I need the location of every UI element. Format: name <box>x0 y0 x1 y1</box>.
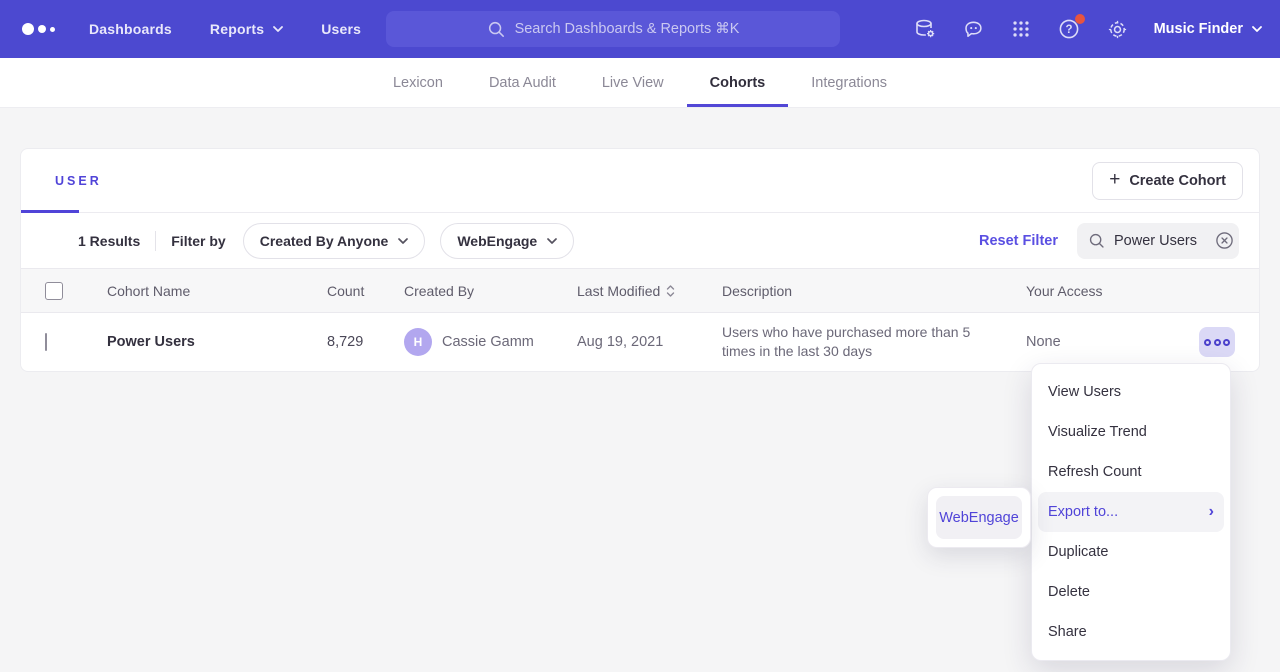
cohort-name-cell[interactable]: Power Users <box>107 334 307 350</box>
active-tab-underline <box>21 210 79 213</box>
search-placeholder: Search Dashboards & Reports ⌘K <box>515 21 740 37</box>
nav-item-dashboards[interactable]: Dashboards <box>89 21 172 37</box>
nav-item-label: Reports <box>210 21 264 37</box>
section-tabs: Lexicon Data Audit Live View Cohorts Int… <box>0 58 1280 108</box>
column-header-description: Description <box>722 283 1026 299</box>
chevron-down-icon <box>273 26 283 32</box>
menu-item-duplicate[interactable]: Duplicate <box>1032 532 1230 572</box>
nav-item-users[interactable]: Users <box>321 21 361 37</box>
tab-data-audit[interactable]: Data Audit <box>466 58 579 107</box>
divider <box>155 231 156 251</box>
primary-nav: Dashboards Reports Users <box>89 21 361 37</box>
tab-lexicon[interactable]: Lexicon <box>370 58 466 107</box>
select-all-checkbox[interactable] <box>45 282 63 300</box>
table-header-row: Cohort Name Count Created By Last Modifi… <box>21 268 1259 313</box>
tab-live-view[interactable]: Live View <box>579 58 687 107</box>
integration-filter-value: WebEngage <box>457 233 537 249</box>
created-by-cell: H Cassie Gamm <box>404 328 577 356</box>
column-header-your-access: Your Access <box>1026 283 1235 299</box>
results-count: 1 Results <box>78 233 140 249</box>
chevron-down-icon <box>398 238 408 244</box>
count-cell: 8,729 <box>307 334 404 350</box>
column-header-cohort-name[interactable]: Cohort Name <box>107 283 307 299</box>
nav-item-label: Users <box>321 21 361 37</box>
plus-icon: + <box>1109 170 1120 189</box>
tab-cohorts[interactable]: Cohorts <box>687 58 789 107</box>
mixpanel-logo[interactable] <box>22 23 55 35</box>
reset-filter-link[interactable]: Reset Filter <box>979 233 1058 249</box>
nav-right-cluster: ? Music Finder <box>913 0 1262 58</box>
created-by-name: Cassie Gamm <box>442 334 534 350</box>
chevron-right-icon: › <box>1209 504 1214 520</box>
row-actions-menu: View Users Visualize Trend Refresh Count… <box>1031 363 1231 661</box>
column-header-last-modified[interactable]: Last Modified <box>577 283 722 299</box>
messages-icon[interactable] <box>962 18 985 41</box>
tab-integrations[interactable]: Integrations <box>788 58 910 107</box>
column-header-created-by[interactable]: Created By <box>404 283 577 299</box>
tab-label: Integrations <box>811 75 887 91</box>
top-nav: Dashboards Reports Users Search Dashboar… <box>0 0 1280 58</box>
chevron-down-icon <box>1252 26 1262 32</box>
menu-item-share[interactable]: Share <box>1032 612 1230 652</box>
create-cohort-button[interactable]: + Create Cohort <box>1092 162 1243 200</box>
integration-filter-dropdown[interactable]: WebEngage <box>440 223 574 259</box>
create-cohort-label: Create Cohort <box>1129 173 1226 189</box>
nav-item-label: Dashboards <box>89 21 172 37</box>
menu-item-refresh-count[interactable]: Refresh Count <box>1032 452 1230 492</box>
created-by-filter-dropdown[interactable]: Created By Anyone <box>243 223 426 259</box>
last-modified-cell: Aug 19, 2021 <box>577 334 722 350</box>
tab-label: Cohorts <box>710 75 766 91</box>
account-menu[interactable]: Music Finder <box>1154 21 1262 37</box>
nav-item-reports[interactable]: Reports <box>210 21 283 37</box>
clear-search-icon[interactable] <box>1215 231 1234 250</box>
help-icon[interactable]: ? <box>1057 17 1081 41</box>
tab-label: Live View <box>602 75 664 91</box>
submenu-item-webengage[interactable]: WebEngage <box>936 496 1022 539</box>
access-value: None <box>1026 334 1061 350</box>
row-checkbox[interactable] <box>45 333 47 351</box>
avatar: H <box>404 328 432 356</box>
card-header: USER + Create Cohort <box>21 149 1259 213</box>
cohorts-card: USER + Create Cohort 1 Results Filter by… <box>20 148 1260 372</box>
more-dots-icon <box>1204 339 1211 346</box>
tab-label: Data Audit <box>489 75 556 91</box>
menu-item-export-to[interactable]: Export to... › <box>1038 492 1224 532</box>
row-actions-button[interactable] <box>1199 327 1235 357</box>
account-name: Music Finder <box>1154 21 1243 37</box>
global-search-bar[interactable]: Search Dashboards & Reports ⌘K <box>386 11 840 47</box>
filter-bar: 1 Results Filter by Created By Anyone We… <box>21 213 1259 268</box>
apps-grid-icon[interactable] <box>1010 18 1032 40</box>
your-access-cell: None <box>1026 327 1235 357</box>
column-header-count[interactable]: Count <box>307 283 404 299</box>
export-submenu: WebEngage <box>927 487 1031 548</box>
search-icon <box>1088 232 1105 249</box>
chevron-down-icon <box>547 238 557 244</box>
menu-item-view-users[interactable]: View Users <box>1032 372 1230 412</box>
tab-label: Lexicon <box>393 75 443 91</box>
description-cell: Users who have purchased more than 5 tim… <box>722 323 1026 361</box>
sort-icon <box>666 284 675 298</box>
created-by-filter-value: Created By Anyone <box>260 233 389 249</box>
search-icon <box>487 20 505 38</box>
filter-by-label: Filter by <box>171 233 225 249</box>
notification-badge <box>1075 14 1085 24</box>
settings-icon[interactable] <box>1106 18 1129 41</box>
svg-text:?: ? <box>1065 24 1072 36</box>
data-management-icon[interactable] <box>913 17 937 41</box>
menu-item-visualize-trend[interactable]: Visualize Trend <box>1032 412 1230 452</box>
cohort-search-box <box>1077 223 1239 259</box>
tab-user-cohorts[interactable]: USER <box>55 174 102 188</box>
menu-item-delete[interactable]: Delete <box>1032 572 1230 612</box>
cohort-search-input[interactable] <box>1114 233 1206 249</box>
